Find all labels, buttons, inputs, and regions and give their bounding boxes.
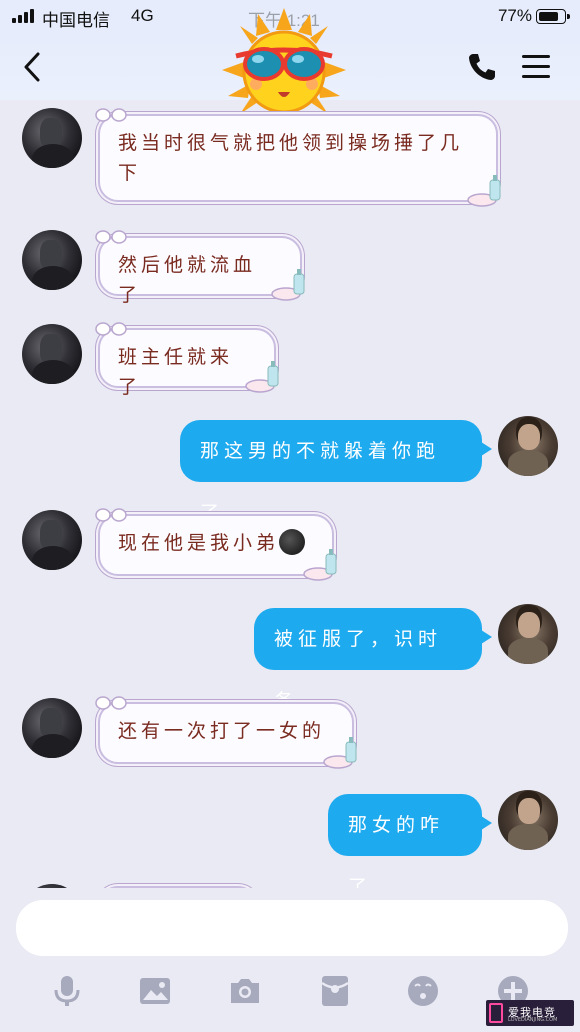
bath-cup-sticker-icon: [323, 737, 357, 769]
contact-avatar[interactable]: [22, 698, 82, 758]
bath-cup-sticker-icon: [303, 549, 337, 581]
incoming-message-bubble[interactable]: 班主任就来了: [95, 322, 279, 398]
watermark-site: LOVEDIANJING.COM: [508, 1017, 558, 1023]
contact-avatar[interactable]: [22, 108, 82, 168]
incoming-message-bubble[interactable]: 我当时很气就把他领到操场捶了几下: [95, 108, 501, 207]
emoji-icon[interactable]: [406, 974, 440, 1008]
outgoing-message-bubble[interactable]: 那女的咋了: [328, 794, 492, 890]
battery-percent: 77%: [497, 6, 532, 25]
signal-strength-icon: [12, 9, 36, 23]
contact-avatar[interactable]: [22, 324, 82, 384]
goggles-sticker-icon: [95, 230, 127, 244]
menu-button[interactable]: [519, 52, 553, 82]
message-input[interactable]: [16, 900, 568, 956]
outgoing-message-bubble[interactable]: 被征服了，识时务: [254, 608, 492, 712]
network-type: 4G: [131, 6, 154, 25]
message-text: 班主任就来了: [118, 346, 234, 398]
site-watermark: 爱我电竞 LOVEDIANJING.COM: [486, 1000, 574, 1026]
back-arrow-icon: [24, 52, 40, 82]
goggles-sticker-icon: [95, 322, 127, 336]
self-avatar[interactable]: [498, 604, 558, 664]
battery-icon: [536, 9, 570, 24]
message-list[interactable]: 我当时很气就把他领到操场捶了几下 然后他就流血了 班主任就来了 那这男的不就躲着…: [0, 100, 580, 890]
bath-cup-sticker-icon: [245, 361, 279, 393]
carrier-name: 中国电信: [42, 11, 110, 30]
input-panel: 爱我电竞 LOVEDIANJING.COM: [0, 888, 580, 1032]
incoming-message-bubble[interactable]: 然后他就流血了: [95, 230, 305, 306]
message-text: 我当时很气就把他领到操场捶了几下: [118, 132, 464, 184]
red-packet-icon[interactable]: [318, 974, 352, 1008]
message-text: 还有一次打了一女的: [118, 720, 326, 742]
contact-avatar[interactable]: [22, 230, 82, 290]
microphone-icon[interactable]: [50, 974, 84, 1008]
incoming-message-bubble[interactable]: 还有一次打了一女的: [95, 696, 357, 769]
back-button[interactable]: [18, 50, 50, 84]
message-text: 那女的咋了: [348, 814, 445, 890]
outgoing-message-bubble[interactable]: 那这男的不就躲着你跑了: [180, 420, 492, 524]
goggles-sticker-icon: [95, 108, 127, 122]
goggles-sticker-icon: [95, 696, 127, 710]
message-text: 那这男的不就躲着你跑了: [200, 440, 441, 524]
bath-cup-sticker-icon: [271, 269, 305, 301]
self-avatar[interactable]: [498, 790, 558, 850]
image-icon[interactable]: [138, 974, 172, 1008]
call-button[interactable]: [466, 51, 498, 83]
message-text: 然后他就流血了: [118, 254, 257, 306]
message-text: 被征服了，识时务: [274, 628, 443, 712]
watermark-logo-icon: [489, 1003, 503, 1023]
goggles-sticker-icon: [95, 508, 127, 522]
self-avatar[interactable]: [498, 416, 558, 476]
incoming-message-bubble[interactable]: 现在他是我小弟: [95, 508, 337, 581]
contact-avatar[interactable]: [22, 510, 82, 570]
bath-cup-sticker-icon: [467, 175, 501, 207]
chat-header: [0, 8, 580, 132]
phone-icon: [469, 54, 495, 80]
camera-icon[interactable]: [228, 974, 262, 1008]
message-text: 现在他是我小弟: [118, 532, 280, 554]
menu-icon: [522, 55, 550, 78]
